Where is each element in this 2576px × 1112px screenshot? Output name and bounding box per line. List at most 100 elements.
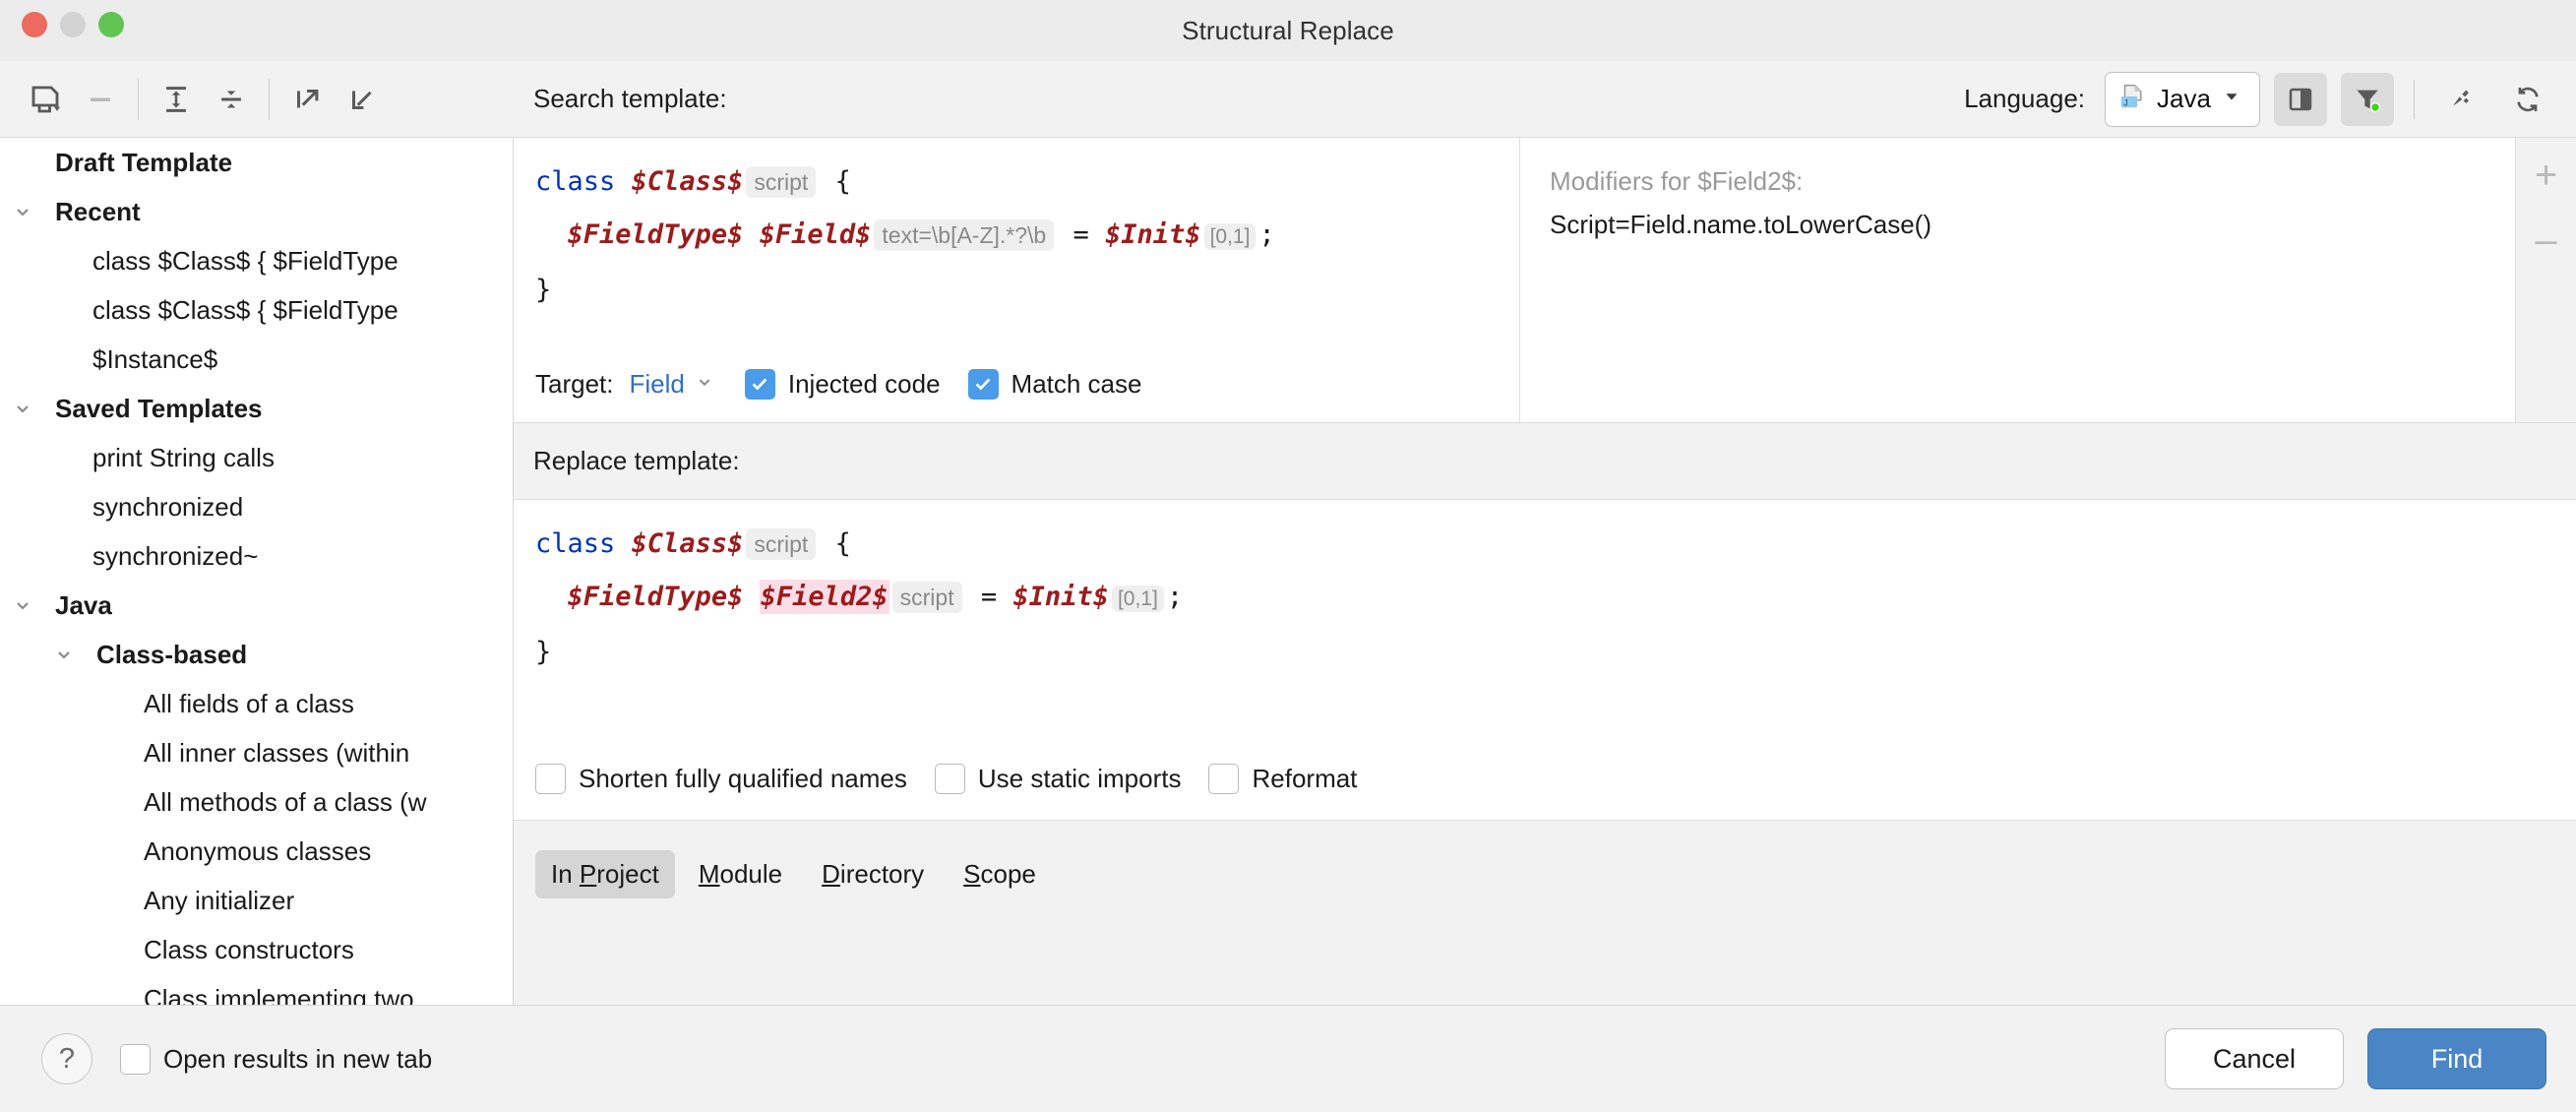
target-select[interactable]: Field [630,369,715,400]
keyword-class: class [535,166,616,197]
header-toolbar: Language: J Java [1964,71,2576,127]
export-template-icon[interactable] [279,72,335,127]
maximize-window-button[interactable] [98,12,124,37]
checkbox-box [1208,763,1240,794]
tree-item-label: Any initializer [144,885,295,915]
help-button[interactable]: ? [41,1033,92,1084]
inlay-count-1: [0,1] [1203,223,1257,250]
tab-mnemonic: D [822,858,840,889]
shorten-fqn-checkbox[interactable]: Shorten fully qualified names [535,763,907,794]
modifiers-script-value: Script=Field.name.toLowerCase() [1550,210,1932,239]
search-template-header: Search template: Language: J Java [514,61,2576,138]
tree-item-label: Class constructors [144,934,354,964]
language-select[interactable]: J Java [2105,71,2260,127]
tree-item-label: Saved Templates [55,393,263,423]
tree-item-recent-3[interactable]: $Instance$ [0,335,513,384]
find-button[interactable]: Find [2367,1028,2546,1089]
tree-item-recent-1[interactable]: class $Class$ { $FieldType [0,236,513,285]
cancel-button[interactable]: Cancel [2165,1028,2344,1089]
tree-item-class-based[interactable]: Class-based [0,630,513,679]
replace-options-row: Shorten fully qualified names Use static… [514,737,2576,821]
scope-tab-module[interactable]: Module [683,850,798,898]
filter-icon[interactable] [2341,72,2394,126]
template-tree[interactable]: Draft Template Recent class $Class$ { $F… [0,138,514,1005]
tree-item-label: synchronized~ [92,540,259,571]
tree-item-label: print String calls [92,442,275,472]
brace-close: } [535,275,552,305]
reload-icon[interactable] [2501,73,2554,126]
tree-item-synchronized[interactable]: synchronized [0,482,513,531]
match-case-checkbox[interactable]: Match case [967,368,1141,400]
use-static-imports-checkbox[interactable]: Use static imports [934,763,1181,794]
semicolon-1: ; [1258,219,1275,250]
reformat-checkbox[interactable]: Reformat [1208,763,1358,794]
java-file-icon: J [2117,82,2147,116]
tree-item-anonymous-classes[interactable]: Anonymous classes [0,827,513,876]
panel-layout-icon[interactable] [2274,72,2327,126]
brace-close: } [535,637,552,667]
chevron-down-icon[interactable] [0,200,45,223]
remove-template-icon[interactable] [73,72,128,127]
modifiers-title: Modifiers for $Field2$: [1550,166,1804,196]
tree-item-all-inner-classes[interactable]: All inner classes (within [0,728,513,777]
var-class: $Class$ [631,528,744,559]
tree-item-recent[interactable]: Recent [0,187,513,236]
checkbox-box [120,1043,151,1075]
replace-code-editor[interactable]: class $Class$ script { $FieldType$ $Field… [514,500,2576,737]
add-modifier-button[interactable]: + [2525,154,2568,197]
save-template-icon[interactable] [18,72,73,127]
equals-sign: = [1073,219,1089,250]
replace-template-header: Replace template: [514,423,2576,500]
tree-item-label: Class-based [96,639,248,669]
chevron-down-icon[interactable] [0,397,45,420]
chevron-down-icon[interactable] [0,593,45,617]
checkbox-label: Reformat [1252,763,1358,793]
tree-item-label: class $Class$ { $FieldType [92,294,399,325]
minimize-window-button[interactable] [60,12,86,37]
tree-item-recent-2[interactable]: class $Class$ { $FieldType [0,285,513,335]
checkbox-label: Injected code [787,368,941,399]
expand-all-icon[interactable] [149,72,204,127]
chevron-down-icon [2221,86,2242,112]
tree-item-label: All methods of a class (w [144,786,427,817]
search-code-editor[interactable]: class $Class$ script { $FieldType$ $Field… [514,138,1519,422]
chevron-down-icon[interactable] [41,643,87,666]
toolbar-divider-3 [2414,79,2415,119]
tree-item-all-fields[interactable]: All fields of a class [0,679,513,728]
injected-code-checkbox[interactable]: Injected code [744,368,941,400]
tree-item-java[interactable]: Java [0,581,513,630]
scope-tab-in-project[interactable]: In Project [535,849,675,898]
inlay-count-2: [0,1] [1111,586,1164,612]
template-toolbar [0,61,514,138]
var-field2: $Field2$ [759,580,889,614]
var-class: $Class$ [631,166,744,197]
keyword-class: class [535,528,616,559]
remove-modifier-button[interactable]: – [2525,218,2568,262]
tree-item-class-constructors[interactable]: Class constructors [0,925,513,974]
inlay-script-2: script [746,528,817,560]
tree-item-any-initializer[interactable]: Any initializer [0,876,513,925]
replace-code-text: class $Class$ script { $FieldType$ $Field… [514,500,2576,679]
var-field: $Field$ [759,219,872,250]
scope-tab-directory[interactable]: Directory [806,850,940,898]
open-results-new-tab-checkbox[interactable]: Open results in new tab [120,1043,432,1075]
tree-item-saved-templates[interactable]: Saved Templates [0,384,513,433]
tree-item-label: All inner classes (within [144,737,410,768]
tree-item-all-methods[interactable]: All methods of a class (w [0,777,513,827]
checkbox-label: Shorten fully qualified names [579,763,907,793]
semicolon-2: ; [1166,582,1184,612]
collapse-all-icon[interactable] [204,72,259,127]
tree-item-print-string-calls[interactable]: print String calls [0,433,513,482]
inlay-script-3: script [891,582,962,613]
checkbox-box [535,763,566,794]
tree-item-synchronized-tilde[interactable]: synchronized~ [0,531,513,581]
scope-tab-scope[interactable]: Scope [948,850,1052,898]
tree-item-class-implementing-two[interactable]: Class implementing two [0,974,513,1006]
checkbox-box [934,763,965,794]
tab-suffix: roject [596,858,659,889]
pin-icon[interactable] [2434,73,2487,126]
tree-item-draft-template[interactable]: Draft Template [0,138,513,187]
language-label: Language: [1964,84,2085,113]
import-template-icon[interactable] [335,72,390,127]
close-window-button[interactable] [22,12,47,37]
